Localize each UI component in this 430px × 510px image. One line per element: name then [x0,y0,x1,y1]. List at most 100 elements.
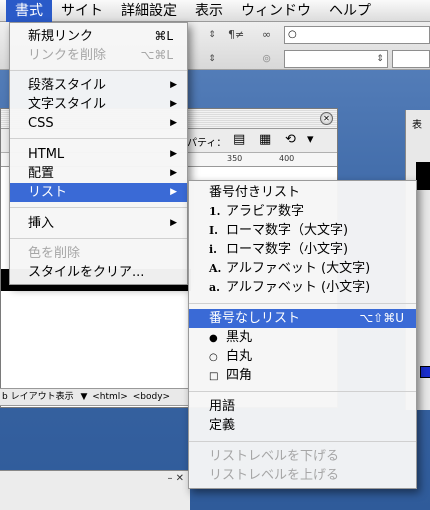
menu-item-character-style[interactable]: 文字スタイル ▶ [10,95,187,114]
stepper-arrows-icon[interactable]: ⇕ [206,26,218,44]
menu-item-label: 段落スタイル [28,78,107,93]
menu-item-list[interactable]: リスト ▶ [10,183,187,202]
film-icon[interactable]: ▦ [259,132,271,147]
stepper-arrows-icon[interactable]: ⇕ [374,50,386,68]
list-style-prefix: I. [209,224,218,237]
tag-html[interactable]: <html> [92,392,128,402]
menu-item-roman-lower[interactable]: i. ローマ数字（小文字) [189,240,416,259]
menu-view[interactable]: 表示 [186,0,232,22]
menu-item-new-link[interactable]: 新規リンク ⌘L [10,27,187,46]
page-icon[interactable]: ▤ [233,132,245,147]
menu-item-label: 番号付きリスト [209,185,301,200]
submenu-arrow-icon: ▶ [170,168,177,178]
menu-item-arabic-numerals[interactable]: 1. アラビア数字 [189,202,416,221]
menu-item-label: 新規リンク [28,29,94,44]
target-field[interactable] [284,50,388,68]
extra-field[interactable] [392,50,430,68]
menu-item-clear-style[interactable]: スタイルをクリア... [10,263,187,282]
menu-item-label: 用語 [209,399,236,414]
stepper-arrows-icon[interactable]: ⇕ [206,50,218,68]
close-icon[interactable]: ✕ [320,112,333,125]
square-icon: □ [209,371,219,382]
shortcut-label: ⌥⇧⌘U [359,311,404,325]
menu-item-align[interactable]: 配置 ▶ [10,164,187,183]
panel-controls-icon[interactable]: – ✕ [167,473,184,484]
menu-site[interactable]: サイト [52,0,112,22]
menu-item-disc[interactable]: ● 黒丸 [189,328,416,347]
menu-item-label: アルファベット (大文字) [226,261,371,276]
ruler-tick: 400 [279,154,295,163]
view-options-icon[interactable]: ▾ [307,132,314,147]
menu-item-alpha-lower[interactable]: a. アルファベット (小文字) [189,278,416,297]
refresh-icon[interactable]: ⟲ [285,132,296,147]
menu-item-label: リンクを削除 [28,48,107,63]
menu-item-insert[interactable]: 挿入 ▶ [10,214,187,233]
menu-help[interactable]: ヘルプ [320,0,380,22]
menu-separator [10,70,187,71]
menu-item-unordered-list[interactable]: 番号なしリスト ⌥⇧⌘U [189,309,416,328]
menu-item-alpha-upper[interactable]: A. アルファベット (大文字) [189,259,416,278]
menu-item-label: CSS [28,116,54,131]
submenu-arrow-icon: ▶ [170,149,177,159]
dropdown-arrow-icon[interactable]: ▼ [80,392,87,402]
menu-format[interactable]: 書式 [6,0,52,22]
link-field[interactable]: ○ [284,26,430,44]
list-submenu: 番号付きリスト 1. アラビア数字 I. ローマ数字（大文字) i. ローマ数字（小文… [188,180,417,489]
menu-item-remove-color[interactable]: 色を削除 [10,244,187,263]
menu-separator [10,138,187,139]
menu-item-label: 配置 [28,166,55,181]
menu-item-html[interactable]: HTML ▶ [10,145,187,164]
menu-item-label: 番号なしリスト [209,311,301,326]
menu-bar: 書式 サイト 詳細設定 表示 ウィンドウ ヘルプ [0,0,430,22]
view-mode-label[interactable]: b レイアウト表示 [2,392,74,402]
menu-separator [10,207,187,208]
submenu-arrow-icon: ▶ [170,118,177,128]
pilcrow-icon[interactable]: ¶≠ [228,28,244,41]
menu-item-term[interactable]: 用語 [189,397,416,416]
menu-item-square[interactable]: □ 四角 [189,366,416,385]
menu-item-remove-link[interactable]: リンクを削除 ⌥⌘L [10,46,187,65]
color-swatch[interactable] [416,162,430,190]
menu-item-label: 黒丸 [226,330,253,345]
menu-item-label: 文字スタイル [28,97,107,112]
menu-separator [189,303,416,304]
menu-item-paragraph-style[interactable]: 段落スタイル ▶ [10,76,187,95]
menu-item-label: アルファベット (小文字) [226,280,371,295]
menu-item-label: 色を削除 [28,246,81,261]
menu-item-numbered-list[interactable]: 番号付きリスト [189,183,416,202]
target-icon[interactable]: ⊚ [262,52,271,65]
menu-separator [189,391,416,392]
menu-item-label: リスト [28,185,68,200]
tag-body[interactable]: <body> [133,392,170,402]
filled-circle-icon: ● [209,333,218,344]
menu-item-label: ローマ数字（小文字) [226,242,349,257]
menu-item-circle[interactable]: ○ 白丸 [189,347,416,366]
status-bar: b レイアウト表示 ▼ <html> <body> [0,388,190,406]
submenu-arrow-icon: ▶ [170,218,177,228]
menu-item-roman-upper[interactable]: I. ローマ数字（大文字) [189,221,416,240]
menu-separator [10,238,187,239]
menu-item-definition[interactable]: 定義 [189,416,416,435]
menu-item-indent[interactable]: リストレベルを上げる [189,466,416,485]
menu-item-label: 白丸 [226,349,253,364]
menu-item-label: 定義 [209,418,236,433]
menu-item-label: アラビア数字 [226,204,305,219]
menu-item-label: 挿入 [28,216,55,231]
menu-separator [189,441,416,442]
menu-item-label: 四角 [226,368,253,383]
menu-item-outdent[interactable]: リストレベルを下げる [189,447,416,466]
chain-link-icon[interactable]: ∞ [262,28,271,41]
bottom-panel: – ✕ [0,470,190,510]
list-style-prefix: a. [209,281,220,294]
shortcut-label: ⌥⌘L [140,48,173,62]
color-swatch-blue[interactable] [420,366,430,378]
menu-item-label: HTML [28,147,65,162]
menu-window[interactable]: ウィンドウ [232,0,320,22]
format-menu: 新規リンク ⌘L リンクを削除 ⌥⌘L 段落スタイル ▶ 文字スタイル ▶ CS… [9,22,188,285]
menu-advanced[interactable]: 詳細設定 [112,0,186,22]
list-style-prefix: 1. [209,205,221,218]
menu-item-label: リストレベルを下げる [209,449,340,464]
properties-label: パティ： [187,138,227,149]
menu-item-css[interactable]: CSS ▶ [10,114,187,133]
palette-tab[interactable]: 表 [412,116,422,131]
